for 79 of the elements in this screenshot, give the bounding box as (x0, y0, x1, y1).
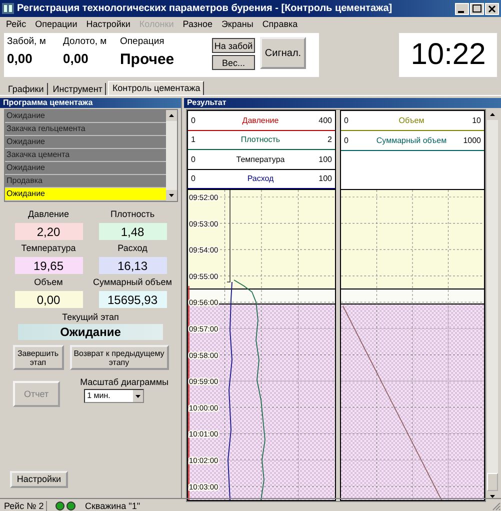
close-icon[interactable] (485, 2, 499, 14)
list-item[interactable]: Продавка (4, 175, 166, 188)
scale-name: Плотность (240, 135, 282, 144)
previous-stage-button[interactable]: Возврат к предыдущему этапу (70, 345, 168, 370)
scroll-thumb[interactable] (487, 473, 498, 491)
scale-dropdown[interactable]: 1 мин. (84, 389, 144, 403)
settings-button[interactable]: Настройки (10, 471, 68, 488)
menu-item[interactable]: Операции (35, 19, 78, 29)
status-text: Скважина "1" (85, 501, 140, 511)
window-title: Регистрация технологических параметров бурения - [Контроль цементажа] (17, 3, 392, 14)
gauge-value: 2,20 (14, 223, 82, 240)
gauge-label: Температура (21, 243, 76, 253)
scale-name: Объем (398, 116, 426, 125)
gauge-value: 16,13 (98, 257, 166, 274)
status-text: Рейс № 2 (4, 501, 47, 511)
readout-value: 0,00 (63, 51, 90, 66)
readout-label: Забой, м (7, 36, 47, 47)
scale-max: 100 (318, 174, 332, 184)
scale-max: 2 (326, 135, 332, 144)
readout-label: Операция (120, 36, 166, 47)
resize-grip-icon[interactable] (491, 501, 501, 511)
readout-label: Долото, м (63, 36, 108, 47)
scroll-up-icon[interactable] (487, 109, 498, 120)
menu-item[interactable]: Экраны (221, 19, 254, 29)
small-button[interactable]: На забой (212, 38, 255, 53)
scale-name: Расход (246, 174, 275, 184)
gauge-label: Давление (28, 209, 69, 219)
gauge-label: Расход (118, 243, 148, 253)
scale-min: 0 (191, 154, 196, 164)
scale-name: Давление (241, 116, 280, 125)
list-item[interactable]: Ожидание (4, 162, 166, 175)
readout-value: 0,00 (7, 51, 34, 66)
gauge-value: 0,00 (14, 291, 82, 308)
scale-max: 400 (318, 116, 332, 125)
menu-item[interactable]: Настройки (86, 19, 130, 29)
scale-min: 0 (191, 174, 196, 184)
tab[interactable]: Контроль цементажа (108, 81, 204, 95)
scale-max: 1000 (462, 136, 481, 145)
scale-min: 0 (344, 136, 350, 145)
scroll-down-icon[interactable] (166, 190, 176, 201)
list-item[interactable]: Ожидание (4, 110, 166, 123)
signal-button[interactable]: Сигнал. (260, 37, 306, 69)
gauge-value: 19,65 (14, 257, 82, 274)
panel-header: Программа цементажа (0, 98, 181, 108)
scroll-down-icon[interactable] (487, 491, 498, 502)
scale-name: Суммарный объем (375, 136, 448, 145)
gauge-value: 15695,93 (98, 291, 166, 308)
scale-min: 0 (191, 116, 196, 125)
tab[interactable]: Инструмент (50, 83, 106, 95)
finish-stage-button[interactable]: Завершить этап (12, 345, 64, 370)
scale-max: 100 (318, 154, 332, 164)
scroll-up-icon[interactable] (166, 110, 176, 121)
list-item[interactable]: Закачка гельцемента (4, 123, 166, 136)
list-item[interactable]: Закачка цемента (4, 149, 166, 162)
status-lights-icon (55, 501, 77, 511)
scale-label: Масштаб диаграммы (80, 377, 168, 387)
stage-label: Текущий этап (62, 312, 119, 322)
scale-max: 10 (471, 116, 481, 125)
maximize-icon[interactable] (470, 2, 484, 14)
scale-min: 1 (191, 135, 196, 144)
clock: 10:22 (399, 33, 497, 77)
menu-item[interactable]: Разное (182, 19, 212, 29)
scale-name: Температура (235, 154, 286, 164)
list-item[interactable]: Ожидание (4, 188, 166, 201)
gauge-value: 1,48 (98, 223, 166, 240)
readout-value: Прочее (120, 51, 176, 68)
gauge-label: Суммарный объем (93, 277, 172, 287)
list-item[interactable]: Ожидание (4, 136, 166, 149)
stage-value: Ожидание (18, 324, 163, 340)
small-button[interactable]: Вес... (212, 55, 255, 70)
gauge-label: Плотность (110, 209, 155, 219)
app-icon (2, 3, 14, 14)
scale-min: 0 (344, 116, 350, 125)
menu-item[interactable]: Справка (262, 19, 298, 29)
panel-header: Результат (184, 98, 501, 108)
tab[interactable]: Графики (5, 83, 48, 95)
minimize-icon[interactable] (455, 2, 469, 14)
menu-item[interactable]: Рейс (6, 19, 26, 29)
gauge-label: Объем (34, 277, 63, 287)
